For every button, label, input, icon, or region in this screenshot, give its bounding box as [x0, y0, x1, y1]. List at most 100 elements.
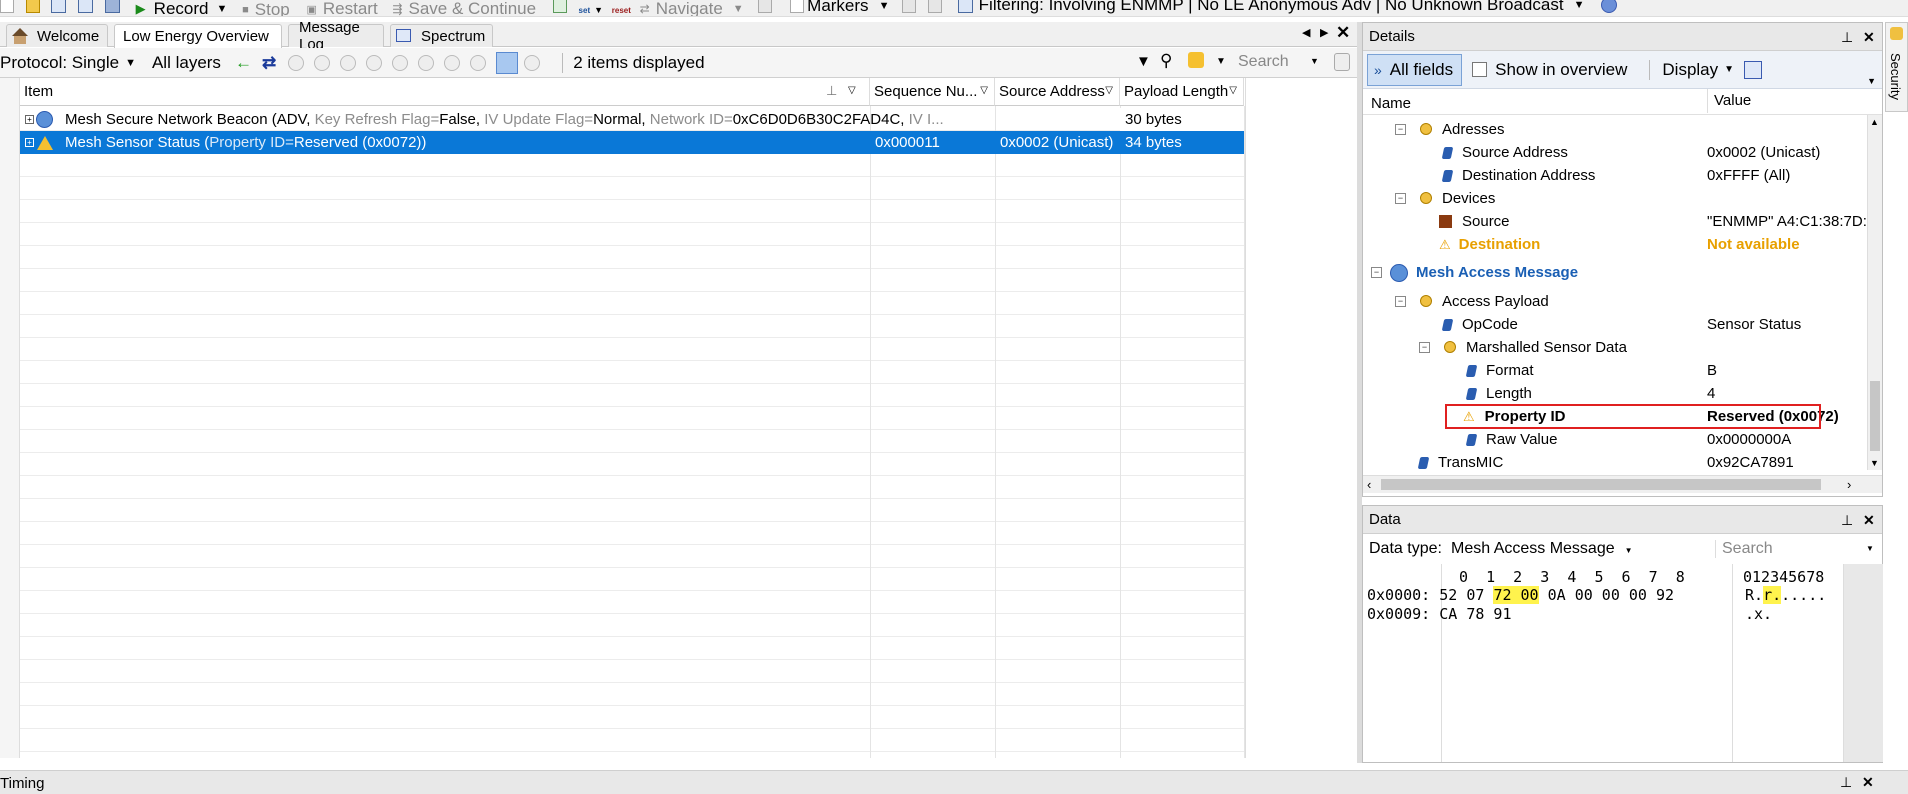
protocol-dropdown[interactable]: Protocol: Single ▼: [0, 53, 136, 73]
table-row-selected[interactable]: + Mesh Sensor Status (Property ID= Reserv…: [20, 131, 1244, 154]
horizontal-scrollbar[interactable]: ‹ ›: [1363, 475, 1882, 493]
ascii-line[interactable]: .x.: [1745, 605, 1772, 623]
scrollbar-thumb[interactable]: [1381, 479, 1821, 490]
highlight-icon[interactable]: [1188, 52, 1204, 68]
close-icon[interactable]: ✕: [1862, 774, 1874, 791]
tree-leaf[interactable]: Format B: [1363, 359, 1867, 382]
tab-scroll-left-icon[interactable]: ◀: [1302, 26, 1310, 39]
network-icon[interactable]: [444, 55, 461, 71]
binoculars-icon[interactable]: [104, 0, 123, 14]
device-icon[interactable]: [314, 55, 331, 71]
tab-welcome[interactable]: Welcome: [6, 24, 108, 47]
column-header-sequence[interactable]: Sequence Nu... ▽: [870, 78, 995, 106]
tree-leaf[interactable]: Source "ENMMP" A4:C1:38:7D:5: [1363, 210, 1875, 233]
column-header-payload-length[interactable]: Payload Length ▽: [1120, 78, 1244, 106]
scrollbar-thumb[interactable]: [1870, 381, 1880, 451]
scroll-right-icon[interactable]: ›: [1847, 477, 1851, 492]
new-file-icon[interactable]: [0, 0, 17, 14]
pin-icon[interactable]: ⊥: [1841, 29, 1853, 46]
save-continue-button[interactable]: ⇶ Save & Continue: [392, 0, 536, 16]
markers-button[interactable]: Markers ▼: [790, 0, 889, 15]
link-icon[interactable]: [288, 55, 305, 71]
navigate-button[interactable]: ⇄ Navigate ▼: [640, 0, 744, 16]
ascii-line[interactable]: R.r......: [1745, 586, 1826, 604]
key-icon[interactable]: [340, 55, 357, 71]
pin-icon[interactable]: ⊥: [826, 83, 837, 99]
scroll-left-icon[interactable]: ‹: [1367, 477, 1371, 492]
column-header-item[interactable]: Item ⊥ ▽: [20, 78, 870, 106]
close-icon[interactable]: ✕: [1336, 23, 1350, 43]
search-dropdown-icon[interactable]: ▼: [1866, 544, 1874, 553]
scroll-down-icon[interactable]: ▼: [1870, 458, 1879, 468]
hook-icon[interactable]: [418, 55, 435, 71]
scroll-up-icon[interactable]: [1334, 53, 1350, 71]
tree-node[interactable]: − Adresses: [1363, 118, 1867, 141]
tab-spectrum[interactable]: Spectrum: [390, 24, 493, 47]
reset-button[interactable]: reset: [612, 2, 631, 17]
close-icon[interactable]: ✕: [1863, 29, 1875, 46]
all-layers-label[interactable]: All layers: [152, 53, 221, 73]
funnel-icon[interactable]: ▼: [1136, 53, 1151, 70]
hex-line[interactable]: 0x0000: 52 07 72 00 0A 00 00 00 92: [1367, 586, 1674, 604]
toolbar-overflow-icon[interactable]: ▼: [1867, 76, 1876, 86]
tab-scroll-right-icon[interactable]: ▶: [1320, 26, 1328, 39]
vertical-scrollbar[interactable]: [1843, 564, 1883, 762]
music-icon[interactable]: [470, 55, 487, 71]
tree-leaf[interactable]: Raw Value 0x0000000A: [1363, 428, 1867, 451]
tab-low-energy-overview[interactable]: Low Energy Overview: [114, 24, 282, 48]
security-side-tab[interactable]: Security: [1885, 22, 1908, 112]
pin-icon[interactable]: ⊥: [1841, 512, 1853, 529]
tree-leaf[interactable]: Source Address 0x0002 (Unicast): [1363, 141, 1867, 164]
hex-line[interactable]: 0x0009: CA 78 91: [1367, 605, 1512, 623]
column-header-name[interactable]: Name: [1371, 95, 1411, 112]
export-icon[interactable]: [1744, 60, 1763, 79]
tree-leaf[interactable]: Destination Address 0xFFFF (All): [1363, 164, 1867, 187]
all-fields-button[interactable]: » All fields: [1367, 53, 1463, 86]
tree-node[interactable]: − Devices: [1363, 187, 1867, 210]
next-marker-icon[interactable]: [927, 0, 945, 14]
vertical-scrollbar[interactable]: ▲ ▼: [1867, 115, 1882, 470]
pin-icon[interactable]: ⊥: [1840, 774, 1852, 791]
chevron-down-icon[interactable]: ▼: [1216, 56, 1226, 67]
tree-leaf[interactable]: Length 4: [1363, 382, 1867, 405]
open-folder-icon[interactable]: [25, 0, 43, 14]
tab-message-log[interactable]: Message Log: [288, 19, 384, 53]
stop-button[interactable]: ■ Stop: [236, 0, 290, 16]
collapse-icon[interactable]: −: [1419, 342, 1430, 353]
collapse-icon[interactable]: −: [1395, 124, 1406, 135]
close-icon[interactable]: ✕: [1863, 512, 1875, 529]
column-header-source-address[interactable]: Source Address ▽: [995, 78, 1120, 106]
globe-icon[interactable]: [1601, 0, 1618, 13]
car-icon[interactable]: [524, 55, 541, 71]
data-search-input[interactable]: Search: [1715, 540, 1773, 558]
tree-leaf[interactable]: TransMIC 0x92CA7891: [1363, 451, 1867, 470]
record-button[interactable]: ▶ Record ▼: [132, 0, 228, 16]
filtering-button[interactable]: Filtering: Involving ENMMP | No LE Anony…: [957, 0, 1584, 14]
prev-marker-icon[interactable]: [902, 0, 919, 14]
tree-leaf[interactable]: OpCode Sensor Status: [1363, 313, 1867, 336]
collapse-icon[interactable]: −: [1371, 267, 1382, 278]
tree-node[interactable]: − Mesh Access Message: [1363, 261, 1867, 284]
back-arrow-icon[interactable]: ←: [235, 53, 252, 73]
restart-button[interactable]: ▣ Restart: [306, 0, 377, 16]
search-input[interactable]: Search: [1238, 53, 1289, 71]
save-all-icon[interactable]: [78, 0, 96, 14]
search-icon[interactable]: ⚲: [1160, 51, 1172, 71]
tree-leaf[interactable]: ⚠ Destination Not available: [1363, 233, 1867, 256]
tree-node[interactable]: − Access Payload: [1363, 290, 1867, 313]
search-dropdown-icon[interactable]: ▼: [1310, 56, 1319, 66]
document-icon[interactable]: [366, 55, 383, 71]
mesh-active-icon[interactable]: [496, 52, 519, 74]
collapse-icon[interactable]: −: [1395, 193, 1406, 204]
scroll-up-icon[interactable]: ▲: [1870, 117, 1879, 127]
data-type-dropdown[interactable]: Mesh Access Message ▼: [1451, 540, 1633, 558]
clock-icon[interactable]: [392, 55, 409, 71]
swap-arrows-icon[interactable]: ⇄: [262, 53, 276, 73]
column-header-value[interactable]: Value: [1707, 89, 1751, 113]
checklist-icon[interactable]: [552, 0, 570, 14]
export-icon[interactable]: [758, 0, 775, 14]
save-icon[interactable]: [51, 0, 69, 14]
set-button[interactable]: set ▼: [579, 2, 603, 17]
tree-node[interactable]: − Marshalled Sensor Data: [1363, 336, 1867, 359]
show-in-overview-button[interactable]: Show in overview: [1472, 60, 1627, 80]
